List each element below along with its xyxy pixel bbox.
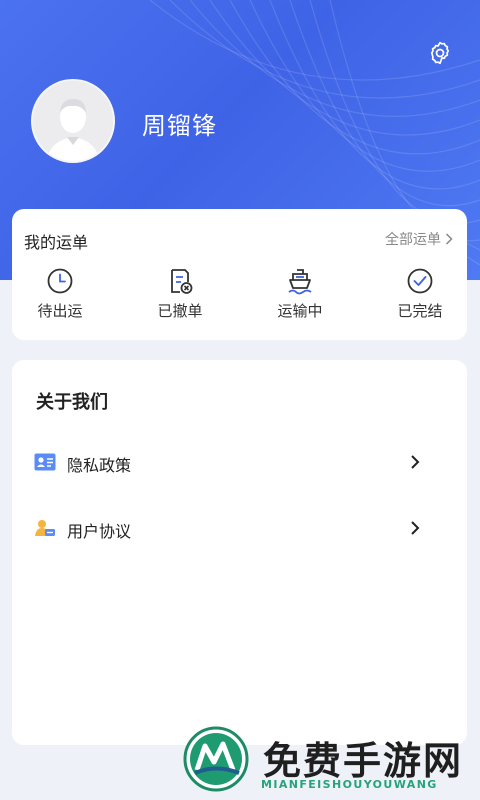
chevron-right-icon	[411, 455, 420, 469]
order-status-cancelled-label: 已撤单	[157, 302, 203, 320]
chevron-right-icon	[445, 233, 453, 245]
view-all-orders-link[interactable]: 全部运单	[385, 229, 453, 249]
order-status-completed-label: 已完结	[397, 302, 443, 320]
user-agreement-label: 用户协议	[67, 522, 132, 541]
view-all-orders-label: 全部运单	[385, 232, 441, 248]
my-orders-card: 我的运单 全部运单 待出运 已撤单 运输中 已完结	[12, 209, 467, 340]
watermark-logo-icon	[183, 726, 249, 792]
chevron-right-icon	[411, 521, 420, 535]
username: 周镏锋	[142, 112, 217, 140]
about-us-card: 关于我们 隐私政策 用户协议	[12, 360, 467, 745]
gear-icon	[430, 41, 450, 65]
privacy-policy-item[interactable]: 隐私政策	[12, 442, 467, 482]
site-watermark: 免费手游网 MIANFEISHOUYOUWANG	[183, 726, 473, 800]
order-status-cancelled[interactable]: 已撤单	[135, 267, 225, 327]
privacy-policy-label: 隐私政策	[67, 456, 132, 475]
about-us-title: 关于我们	[36, 392, 108, 413]
order-status-pending[interactable]: 待出运	[15, 267, 105, 327]
order-status-in-transit-label: 运输中	[277, 302, 323, 320]
avatar[interactable]	[31, 79, 115, 163]
order-status-pending-label: 待出运	[37, 302, 83, 320]
watermark-subtitle: MIANFEISHOUYOUWANG	[261, 778, 438, 791]
user-avatar-placeholder-icon	[33, 81, 113, 161]
ship-icon	[288, 269, 312, 295]
order-status-completed[interactable]: 已完结	[375, 267, 465, 327]
id-card-icon	[34, 453, 56, 471]
order-status-in-transit[interactable]: 运输中	[255, 267, 345, 327]
user-agreement-icon	[35, 520, 55, 536]
my-orders-title: 我的运单	[24, 233, 89, 252]
clock-icon	[47, 268, 73, 294]
order-status-row: 待出运 已撤单 运输中 已完结	[12, 267, 467, 327]
user-agreement-item[interactable]: 用户协议	[12, 508, 467, 548]
settings-button[interactable]	[427, 40, 453, 66]
check-circle-icon	[407, 268, 433, 294]
watermark-title: 免费手游网	[263, 739, 464, 783]
document-cancel-icon	[171, 269, 193, 294]
